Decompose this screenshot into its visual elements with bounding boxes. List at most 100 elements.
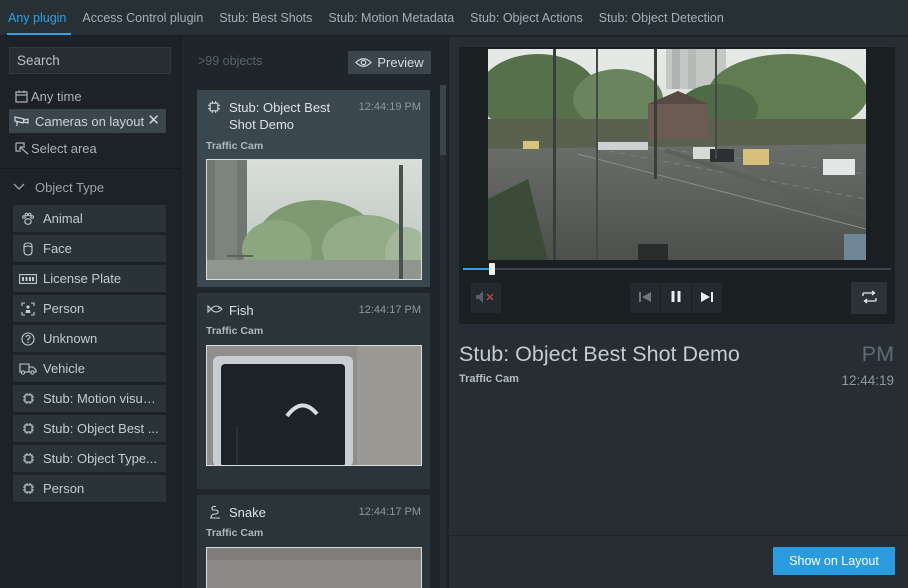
object-type-animal[interactable]: Animal <box>13 205 166 232</box>
eye-icon <box>355 57 373 68</box>
object-card[interactable]: Fish 12:44:17 PM Traffic Cam <box>197 293 430 489</box>
skip-forward-icon <box>700 291 714 306</box>
license-plate-icon <box>13 273 43 284</box>
object-type-label: Animal <box>43 211 83 226</box>
cameras-on-layout-label: Cameras on layout <box>35 113 145 129</box>
tab-stub-motion-metadata[interactable]: Stub: Motion Metadata <box>320 0 462 36</box>
chip-icon <box>13 452 43 465</box>
next-button[interactable] <box>692 283 722 313</box>
previous-button[interactable] <box>630 283 660 313</box>
video-frame[interactable] <box>488 49 866 260</box>
detail-footer-divider <box>449 535 908 536</box>
object-card-thumbnail <box>206 547 422 588</box>
object-count: >99 objects <box>198 54 263 68</box>
object-card-title: Fish <box>229 303 254 318</box>
object-card-time: 12:44:19 PM <box>358 101 421 113</box>
vehicle-icon <box>13 362 43 375</box>
camera-icon <box>9 115 35 127</box>
select-area-icon <box>9 141 31 155</box>
search-input[interactable] <box>9 47 171 74</box>
tab-stub-best-shots[interactable]: Stub: Best Shots <box>211 0 320 36</box>
list-scrollbar-thumb[interactable] <box>440 85 446 155</box>
object-card-title: Snake <box>229 505 266 520</box>
object-type-vehicle[interactable]: Vehicle <box>13 355 166 382</box>
repeat-icon <box>861 289 878 307</box>
tab-any-plugin[interactable]: Any plugin <box>0 0 74 36</box>
detail-camera: Traffic Cam <box>459 373 519 385</box>
object-type-stub-object-best-shot[interactable]: Stub: Object Best ... <box>13 415 166 442</box>
mute-button[interactable] <box>471 283 501 313</box>
object-type-label: Stub: Object Best ... <box>43 421 159 436</box>
playback-handle[interactable] <box>489 263 495 275</box>
chip-icon <box>13 392 43 405</box>
object-type-label: Stub: Object Type... <box>43 451 157 466</box>
any-time-filter[interactable]: Any time <box>9 84 82 108</box>
object-type-label: Unknown <box>43 331 98 346</box>
detail-panel: Stub: Object Best Shot Demo Traffic Cam … <box>449 37 908 588</box>
question-icon <box>13 331 43 346</box>
object-type-label: Vehicle <box>43 361 85 376</box>
object-card-time: 12:44:17 PM <box>358 506 421 518</box>
object-card-thumbnail <box>206 159 422 280</box>
object-type-stub-motion-visualization[interactable]: Stub: Motion visua... <box>13 385 166 412</box>
plugin-tabs: Any plugin Access Control plugin Stub: B… <box>0 0 908 36</box>
detail-ampm: PM <box>861 342 894 366</box>
cameras-on-layout-chip[interactable]: Cameras on layout ✕ <box>9 109 166 133</box>
fish-icon <box>207 303 225 315</box>
object-type-label: Object Type <box>35 179 105 195</box>
any-time-label: Any time <box>31 88 82 104</box>
object-card[interactable]: Snake 12:44:17 PM Traffic Cam <box>197 495 430 588</box>
object-type-label: License Plate <box>43 271 122 286</box>
list-scrollbar[interactable] <box>440 85 446 588</box>
object-type-unknown[interactable]: Unknown <box>13 325 166 352</box>
mute-icon <box>475 290 497 307</box>
select-area-label: Select area <box>31 140 97 156</box>
object-type-person-stub[interactable]: Person <box>13 475 166 502</box>
video-player <box>459 47 895 324</box>
filter-divider <box>0 168 181 169</box>
preview-label: Preview <box>377 55 424 70</box>
calendar-icon <box>9 90 31 103</box>
object-card[interactable]: Stub: Object Best Shot Demo 12:44:19 PM … <box>197 90 430 287</box>
object-type-label: Stub: Motion visua... <box>43 391 161 406</box>
object-card-title: Stub: Object Best Shot Demo <box>229 100 331 132</box>
tab-stub-object-actions[interactable]: Stub: Object Actions <box>462 0 591 36</box>
chip-icon <box>13 482 43 495</box>
paw-icon <box>13 212 43 226</box>
pause-icon <box>670 290 682 306</box>
object-list-panel: >99 objects Preview Stub: Object Best Sh… <box>182 37 448 588</box>
object-type-face[interactable]: Face <box>13 235 166 262</box>
loop-button[interactable] <box>851 282 887 314</box>
object-card-time: 12:44:17 PM <box>358 304 421 316</box>
filter-panel: Any time Cameras on layout ✕ Select area… <box>0 37 181 588</box>
object-card-camera: Traffic Cam <box>206 325 264 337</box>
object-card-camera: Traffic Cam <box>206 140 264 152</box>
tab-stub-object-detection[interactable]: Stub: Object Detection <box>591 0 732 36</box>
snake-icon <box>207 505 223 519</box>
person-icon <box>13 301 43 316</box>
pause-button[interactable] <box>661 283 691 313</box>
object-type-label: Person <box>43 481 85 496</box>
object-card-camera: Traffic Cam <box>206 527 264 539</box>
chevron-down-icon <box>13 183 35 191</box>
object-type-label: Face <box>43 241 72 256</box>
playback-timeline[interactable] <box>463 268 891 270</box>
chip-icon <box>13 422 43 435</box>
playback-progress <box>463 268 491 270</box>
preview-button[interactable]: Preview <box>348 51 431 74</box>
object-type-label: Person <box>43 301 85 316</box>
show-on-layout-button[interactable]: Show on Layout <box>773 547 895 575</box>
object-type-stub-object-type[interactable]: Stub: Object Type... <box>13 445 166 472</box>
object-type-header[interactable]: Object Type <box>13 177 104 197</box>
select-area-filter[interactable]: Select area <box>9 136 97 160</box>
detail-time: 12:44:19 <box>841 373 894 388</box>
object-card-thumbnail <box>206 345 422 466</box>
face-icon <box>13 241 43 256</box>
chip-icon <box>207 100 221 114</box>
object-type-person[interactable]: Person <box>13 295 166 322</box>
close-icon[interactable]: ✕ <box>147 112 160 129</box>
tab-access-control-plugin[interactable]: Access Control plugin <box>74 0 211 36</box>
detail-title: Stub: Object Best Shot Demo <box>459 342 740 366</box>
skip-back-icon <box>638 291 652 306</box>
object-type-license-plate[interactable]: License Plate <box>13 265 166 292</box>
